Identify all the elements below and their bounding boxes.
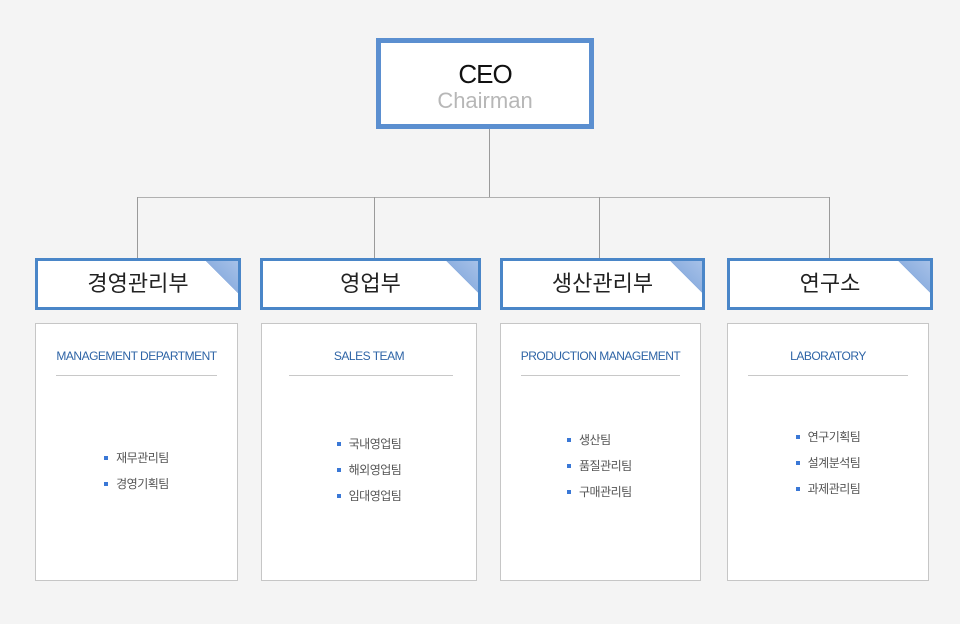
divider [748, 375, 908, 376]
team-item: 연구기획팀 [728, 424, 928, 450]
bullet-icon [336, 494, 341, 498]
dept-box-production: 생산관리부 [500, 258, 705, 310]
team-item: 임대영업팀 [262, 483, 476, 509]
dept-card-sales: SALES TEAM 국내영업팀 해외영업팀 임대영업팀 [261, 323, 477, 581]
team-item: 국내영업팀 [262, 431, 476, 457]
divider [521, 375, 680, 376]
dept-card-production: PRODUCTION MANAGEMENT 생산팀 품질관리팀 구매관리팀 [500, 323, 701, 581]
bullet-icon [104, 456, 109, 460]
dept-english-name: SALES TEAM [333, 349, 405, 363]
team-item: 생산팀 [501, 427, 700, 453]
corner-fold-icon [446, 261, 478, 293]
bullet-icon [567, 438, 571, 442]
corner-fold-icon [206, 261, 238, 293]
connector-dept-2 [374, 197, 375, 258]
dept-card-laboratory: LABORATORY 연구기획팀 설계분석팀 과제관리팀 [727, 323, 929, 581]
bullet-icon [336, 468, 341, 472]
team-list: 생산팀 품질관리팀 구매관리팀 [501, 427, 700, 505]
connector-dept-3 [599, 197, 600, 258]
dept-box-management: 경영관리부 [35, 258, 241, 310]
connector-ceo-vertical [489, 129, 490, 197]
connector-dept-4 [829, 197, 830, 258]
team-list: 국내영업팀 해외영업팀 임대영업팀 [262, 431, 476, 509]
connector-horizontal [137, 197, 830, 198]
divider [56, 375, 217, 376]
bullet-icon [567, 464, 571, 468]
team-item: 과제관리팀 [728, 476, 928, 502]
team-item: 품질관리팀 [501, 453, 700, 479]
ceo-title: CEO [458, 59, 512, 89]
team-item: 해외영업팀 [262, 457, 476, 483]
bullet-icon [795, 487, 800, 491]
bullet-icon [567, 490, 571, 494]
ceo-subtitle: Chairman [437, 88, 533, 113]
dept-english-name: MANAGEMENT DEPARTMENT [56, 349, 217, 363]
team-item: 경영기획팀 [36, 471, 237, 497]
bullet-icon [336, 442, 341, 446]
bullet-icon [795, 435, 800, 439]
team-list: 연구기획팀 설계분석팀 과제관리팀 [728, 424, 928, 502]
corner-fold-icon [898, 261, 930, 293]
bullet-icon [104, 482, 109, 486]
connector-dept-1 [137, 197, 138, 258]
dept-english-name: LABORATORY [790, 349, 866, 363]
dept-card-management: MANAGEMENT DEPARTMENT 재무관리팀 경영기획팀 [35, 323, 238, 581]
team-item: 설계분석팀 [728, 450, 928, 476]
divider [289, 375, 453, 376]
corner-fold-icon [670, 261, 702, 293]
dept-english-name: PRODUCTION MANAGEMENT [520, 349, 681, 363]
ceo-box: CEO Chairman [376, 38, 594, 129]
bullet-icon [795, 461, 800, 465]
team-item: 구매관리팀 [501, 479, 700, 505]
team-list: 재무관리팀 경영기획팀 [36, 445, 237, 497]
dept-box-sales: 영업부 [260, 258, 481, 310]
team-item: 재무관리팀 [36, 445, 237, 471]
dept-box-laboratory: 연구소 [727, 258, 933, 310]
